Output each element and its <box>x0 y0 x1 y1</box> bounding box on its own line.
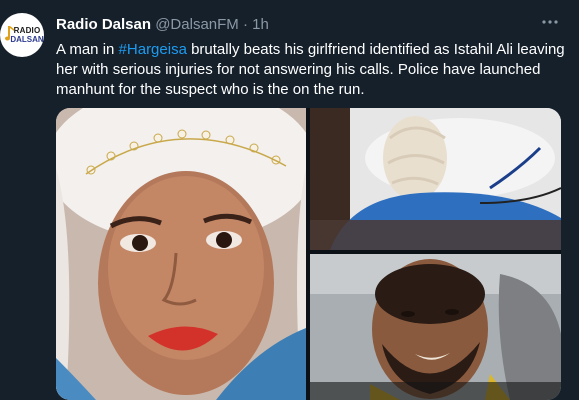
hashtag-link[interactable]: #Hargeisa <box>119 41 187 58</box>
hospital-bed-illustration <box>310 108 561 250</box>
avatar[interactable]: RADIO DALSAN <box>0 13 44 57</box>
tweet-header: Radio Dalsan @DalsanFM · 1h <box>56 16 269 34</box>
tweet-text-start: A man in <box>56 41 119 58</box>
separator-dot: · <box>242 16 248 33</box>
man-in-car-illustration <box>310 254 561 400</box>
photo-woman-portrait[interactable] <box>56 108 306 400</box>
tweet[interactable]: RADIO DALSAN Radio Dalsan @DalsanFM · 1h… <box>0 0 579 400</box>
tweet-text: A man in #Hargeisa brutally beats his gi… <box>56 40 566 100</box>
photo-suspect-in-car[interactable] <box>310 254 561 400</box>
author-handle[interactable]: @DalsanFM <box>155 16 239 33</box>
author-name[interactable]: Radio Dalsan <box>56 16 151 33</box>
woman-portrait-illustration <box>56 108 306 400</box>
photo-hospital-bandaged[interactable] <box>310 108 561 250</box>
music-note-logo-icon <box>5 26 14 41</box>
avatar-logo-text-bottom: DALSAN <box>10 35 44 44</box>
avatar-logo-text-top: RADIO <box>13 26 41 35</box>
more-options-button[interactable] <box>540 12 560 32</box>
media-grid <box>56 108 561 400</box>
tweet-time[interactable]: 1h <box>252 16 269 33</box>
more-horizontal-icon <box>542 20 558 24</box>
